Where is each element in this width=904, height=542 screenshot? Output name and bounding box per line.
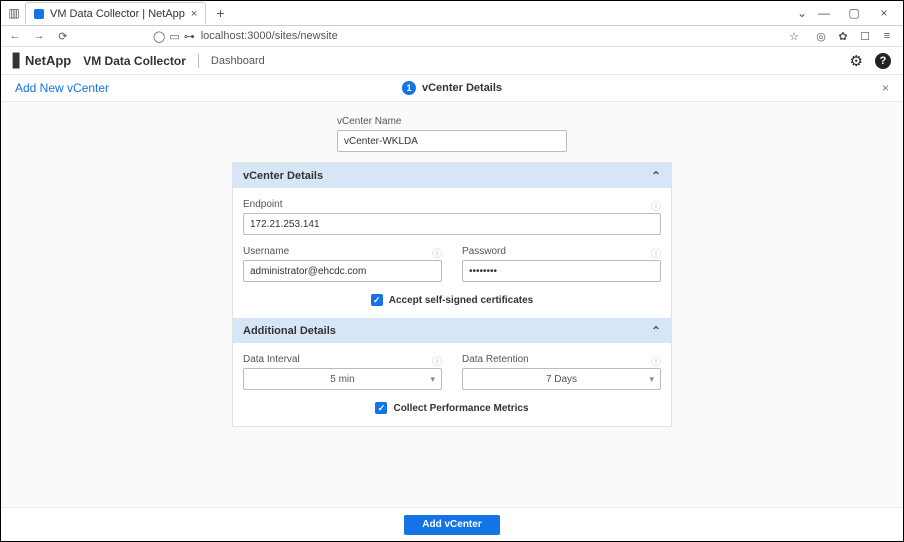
breadcrumb[interactable]: Dashboard (211, 55, 265, 67)
info-icon[interactable]: ⓘ (432, 245, 442, 260)
extensions-icon[interactable]: ✿ (835, 30, 851, 43)
page-title[interactable]: Add New vCenter (15, 81, 109, 95)
tab-close-icon[interactable]: × (191, 8, 197, 20)
step-badge: 1 (402, 81, 416, 95)
wizard-step: 1 vCenter Details (402, 81, 502, 95)
app-header: ▋ NetApp VM Data Collector Dashboard ⚙ ? (1, 47, 903, 75)
username-label: Username (243, 246, 289, 257)
settings-gear-icon[interactable]: ⚙ (850, 52, 863, 70)
brand-mark-icon: ▋ (13, 53, 23, 69)
info-icon[interactable]: ⓘ (651, 198, 661, 213)
window-maximize-button[interactable]: ▢ (841, 6, 867, 20)
username-input[interactable] (243, 260, 442, 282)
section-title: Additional Details (243, 325, 336, 337)
nav-back-button[interactable]: ← (7, 30, 23, 42)
collect-metrics-label: Collect Performance Metrics (393, 403, 528, 414)
tab-title: VM Data Collector | NetApp (50, 8, 185, 20)
url-text: localhost:3000/sites/newsite (201, 30, 338, 42)
brand-text: NetApp (25, 53, 71, 68)
os-titlebar: ▥ VM Data Collector | NetApp × + ⌄ — ▢ × (1, 1, 903, 26)
vcenter-name-label: vCenter Name (337, 116, 567, 127)
add-vcenter-button[interactable]: Add vCenter (404, 515, 499, 535)
new-tab-button[interactable]: + (210, 5, 230, 21)
chevron-up-icon: ⌃ (651, 324, 661, 338)
collect-metrics-checkbox[interactable]: ✓ (375, 402, 387, 414)
nav-forward-button[interactable]: → (31, 30, 47, 42)
endpoint-label: Endpoint (243, 199, 282, 210)
help-icon[interactable]: ? (875, 53, 891, 69)
close-panel-icon[interactable]: × (882, 81, 889, 95)
accept-cert-checkbox[interactable]: ✓ (371, 294, 383, 306)
info-icon[interactable]: ⓘ (651, 353, 661, 368)
password-input[interactable] (462, 260, 661, 282)
window-minimize-button[interactable]: — (811, 6, 837, 20)
url-field[interactable]: ◯ ▭ ⊶ localhost:3000/sites/newsite ☆ (147, 30, 805, 43)
section-title: vCenter Details (243, 170, 323, 182)
interval-select[interactable]: 5 min ▾ (243, 368, 442, 390)
chevron-up-icon: ⌃ (651, 169, 661, 183)
page-body: vCenter Name vCenter Details ⌃ Endpoint … (1, 102, 903, 541)
bookmark-star-icon[interactable]: ☆ (789, 30, 799, 43)
vcenter-name-input[interactable] (337, 130, 567, 152)
connection-icon: ⊶ (184, 30, 195, 43)
retention-label: Data Retention (462, 354, 529, 365)
interval-label: Data Interval (243, 354, 300, 365)
window-dropdown-icon[interactable]: ⌄ (797, 6, 807, 20)
step-label: vCenter Details (422, 82, 502, 94)
chevron-down-icon: ▾ (649, 374, 654, 385)
divider (198, 54, 199, 68)
info-icon[interactable]: ⓘ (432, 353, 442, 368)
password-label: Password (462, 246, 506, 257)
section-vcenter-details-header[interactable]: vCenter Details ⌃ (233, 163, 671, 188)
form-card: vCenter Details ⌃ Endpoint ⓘ Username ⓘ (232, 162, 672, 427)
footer-bar: Add vCenter (1, 507, 903, 541)
window-close-button[interactable]: × (871, 6, 897, 20)
browser-tab[interactable]: VM Data Collector | NetApp × (25, 2, 206, 24)
nav-reload-button[interactable]: ⟳ (55, 30, 71, 43)
page-title-row: Add New vCenter 1 vCenter Details × (1, 75, 903, 102)
section-additional-details-header[interactable]: Additional Details ⌃ (233, 318, 671, 343)
shield-icon: ◯ (153, 30, 165, 43)
endpoint-input[interactable] (243, 213, 661, 235)
favicon-icon (34, 9, 44, 19)
interval-value: 5 min (330, 374, 354, 385)
brand-logo: ▋ NetApp (13, 53, 71, 69)
browser-toolbar: ← → ⟳ ◯ ▭ ⊶ localhost:3000/sites/newsite… (1, 26, 903, 47)
retention-select[interactable]: 7 Days ▾ (462, 368, 661, 390)
menu-icon[interactable]: ≡ (879, 30, 895, 42)
accept-cert-label: Accept self-signed certificates (389, 295, 534, 306)
info-icon[interactable]: ⓘ (651, 245, 661, 260)
product-name: VM Data Collector (83, 54, 186, 68)
reader-icon[interactable]: ◎ (813, 30, 829, 43)
retention-value: 7 Days (546, 374, 577, 385)
tab-overview-icon[interactable]: ▥ (7, 6, 21, 20)
account-icon[interactable]: ☐ (857, 30, 873, 43)
page-icon: ▭ (169, 30, 179, 43)
chevron-down-icon: ▾ (430, 374, 435, 385)
